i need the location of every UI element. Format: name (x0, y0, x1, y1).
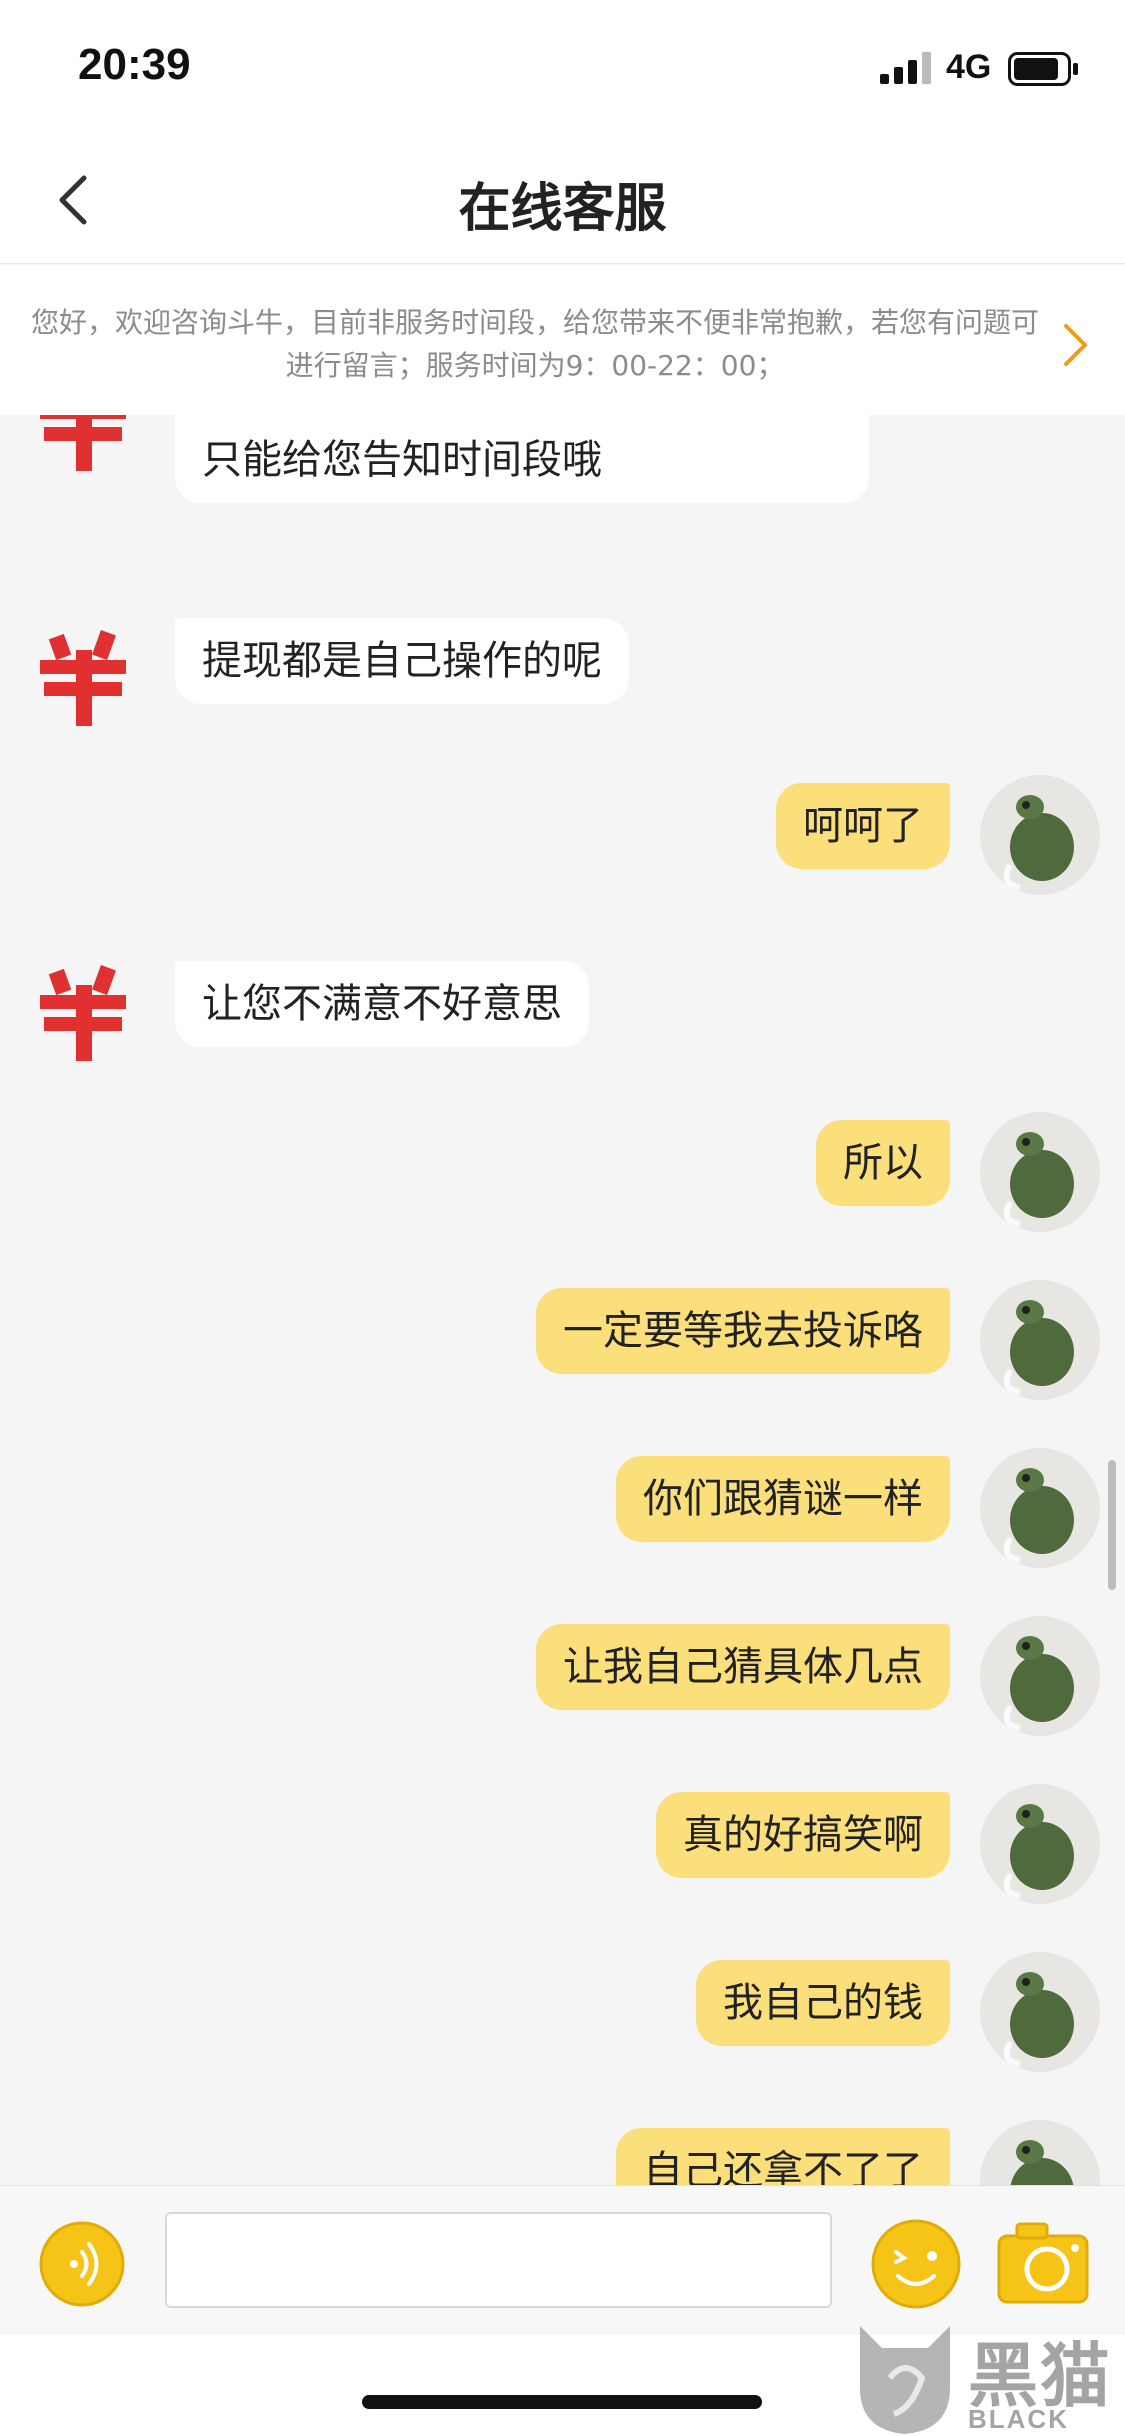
message-bubble: 自己还拿不了了 (616, 2128, 950, 2185)
chevron-right-icon[interactable] (1060, 322, 1090, 368)
status-bar: 20:39 4G (0, 0, 1125, 132)
customer-service-avatar-icon (40, 965, 126, 1061)
message-bubble: 您的心情我能理解哦但是确实我们也 只能给您告知时间段哦 (175, 415, 869, 503)
message-bubble: 一定要等我去投诉咯 (536, 1288, 950, 1374)
user-avatar[interactable] (980, 2120, 1100, 2185)
user-avatar[interactable] (980, 1448, 1100, 1568)
message-text: 自己还拿不了了 (643, 2148, 923, 2185)
message-input-bar (0, 2185, 1125, 2335)
watermark: 黑猫 BLACK CAT (850, 2318, 1125, 2436)
message-text: 一定要等我去投诉咯 (563, 1308, 923, 1354)
user-avatar[interactable] (980, 1280, 1100, 1400)
cellular-signal-icon (880, 52, 931, 84)
network-type: 4G (946, 48, 992, 86)
page-title: 在线客服 (458, 179, 667, 239)
message-bubble: 让您不满意不好意思 (175, 961, 589, 1047)
user-avatar[interactable] (980, 1112, 1100, 1232)
message-text: 让您不满意不好意思 (202, 981, 562, 1027)
message-bubble: 让我自己猜具体几点 (536, 1624, 950, 1710)
camera-icon[interactable] (995, 2216, 1091, 2308)
message-bubble: 呵呵了 (776, 783, 950, 869)
message-text-line: 您的心情我能理解哦但是确实我们也 (202, 415, 842, 429)
home-indicator[interactable] (362, 2395, 762, 2409)
nav-bar: 在线客服 (0, 132, 1125, 264)
service-notice-banner[interactable]: 您好，欢迎咨询斗牛，目前非服务时间段，给您带来不便非常抱歉，若您有问题可进行留言… (0, 265, 1125, 415)
chat-scrollbar[interactable] (1108, 1460, 1116, 1590)
message-bubble: 真的好搞笑啊 (656, 1792, 950, 1878)
user-avatar[interactable] (980, 1784, 1100, 1904)
user-avatar[interactable] (980, 775, 1100, 895)
message-bubble: 所以 (816, 1120, 950, 1206)
user-avatar[interactable] (980, 1952, 1100, 2072)
service-notice-text: 您好，欢迎咨询斗牛，目前非服务时间段，给您带来不便非常抱歉，若您有问题可进行留言… (30, 306, 1039, 382)
user-avatar[interactable] (980, 1616, 1100, 1736)
message-bubble: 提现都是自己操作的呢 (175, 618, 629, 704)
message-text: 所以 (843, 1140, 923, 1186)
message-text: 提现都是自己操作的呢 (202, 638, 602, 684)
customer-service-avatar-icon (40, 415, 126, 471)
customer-service-avatar-icon (40, 630, 126, 726)
voice-input-icon[interactable] (38, 2220, 126, 2308)
message-text: 真的好搞笑啊 (683, 1812, 923, 1858)
message-text: 你们跟猜谜一样 (643, 1476, 923, 1522)
chat-message-list[interactable]: 您的心情我能理解哦但是确实我们也 只能给您告知时间段哦 提现都是自己操作的呢 呵… (0, 415, 1125, 2185)
message-text-input[interactable] (165, 2212, 832, 2308)
watermark-subtext: BLACK CAT (968, 2404, 1069, 2436)
message-text-line: 只能给您告知时间段哦 (202, 437, 602, 483)
battery-icon (1008, 52, 1078, 86)
message-bubble: 你们跟猜谜一样 (616, 1456, 950, 1542)
cat-logo-icon (860, 2326, 950, 2434)
message-text: 呵呵了 (803, 803, 923, 849)
message-bubble: 我自己的钱 (696, 1960, 950, 2046)
message-text: 让我自己猜具体几点 (563, 1644, 923, 1690)
emoji-icon[interactable] (870, 2218, 962, 2310)
status-time: 20:39 (78, 40, 191, 89)
message-text: 我自己的钱 (723, 1980, 923, 2026)
